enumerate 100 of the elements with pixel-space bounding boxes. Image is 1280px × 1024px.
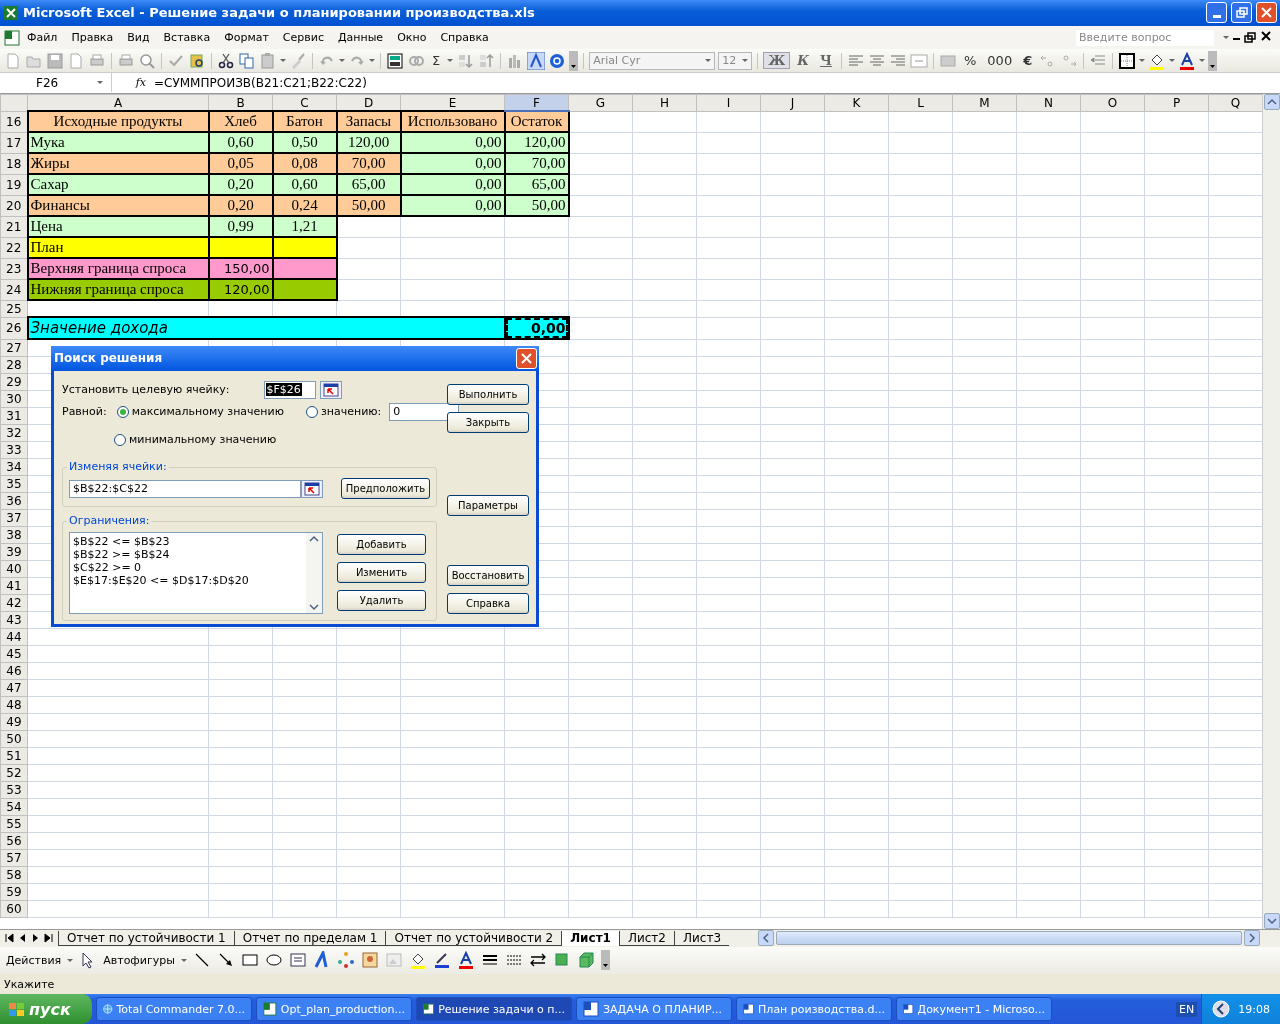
font-color-icon[interactable] (1178, 51, 1197, 70)
row-header[interactable]: 17 (0, 132, 28, 154)
collapse-dialog-button[interactable] (319, 380, 342, 399)
sheet-tab[interactable]: Отчет по устойчивости 2 (385, 930, 562, 946)
close-button[interactable] (1256, 2, 1277, 24)
table-cell[interactable]: 0,00 (504, 317, 569, 340)
column-header[interactable]: H (632, 94, 697, 112)
dialog-button[interactable]: Закрыть (447, 411, 529, 433)
chevron-left-icon[interactable] (1212, 1000, 1231, 1018)
menu-item[interactable]: Формат (217, 29, 276, 46)
row-header[interactable]: 19 (0, 174, 28, 196)
column-header[interactable]: O (1080, 94, 1145, 112)
scroll-down-button[interactable] (1263, 912, 1280, 929)
toolbar-options-icon[interactable] (1208, 50, 1218, 71)
table-cell[interactable]: План (27, 237, 209, 259)
last-sheet-icon[interactable] (43, 932, 54, 945)
radio-circle[interactable] (116, 405, 129, 418)
scrollbar[interactable] (306, 532, 322, 613)
caret-icon[interactable] (97, 81, 103, 85)
column-header[interactable]: M (952, 94, 1017, 112)
sheet-tab[interactable]: Лист2 (618, 930, 674, 946)
horizontal-scrollbar[interactable] (758, 930, 1260, 947)
restore-button[interactable] (1231, 2, 1252, 24)
caret-icon[interactable] (369, 59, 375, 63)
row-header[interactable]: 26 (0, 317, 28, 340)
menu-item[interactable]: Справка (433, 29, 496, 46)
column-header[interactable]: J (760, 94, 825, 112)
taskbar-button[interactable]: Документ1 - Microso... (896, 997, 1052, 1021)
minimize-icon[interactable] (1233, 38, 1240, 41)
column-header[interactable]: K (824, 94, 889, 112)
table-cell[interactable]: Значение дохода (27, 317, 505, 340)
scissors-icon[interactable] (217, 51, 235, 70)
bold-button[interactable]: Ж (763, 52, 791, 70)
borders-icon[interactable] (1118, 51, 1137, 70)
close-button[interactable] (516, 347, 537, 369)
help-icon[interactable] (548, 51, 567, 70)
font-color-icon[interactable] (456, 951, 475, 970)
caret-icon[interactable] (180, 958, 187, 962)
row-header[interactable]: 18 (0, 153, 28, 175)
constraints-list[interactable]: $B$22 <= $B$23 $B$22 >= $B$24 $C$22 >= 0 $E$17:$E$20 <= $D$17:$D$20 (69, 531, 323, 614)
sum-button[interactable]: Σ (428, 53, 445, 69)
diagram-icon[interactable] (336, 951, 355, 970)
caret-icon[interactable] (1223, 36, 1229, 39)
radio-circle[interactable] (305, 405, 318, 418)
vertical-scrollbar[interactable] (1262, 93, 1280, 929)
actions-menu[interactable]: Действия (6, 953, 62, 967)
list-item[interactable]: $B$22 <= $B$23 (73, 534, 303, 548)
italic-button[interactable]: К (793, 53, 814, 69)
spreadsheet-icon[interactable] (4, 29, 20, 46)
table-cell[interactable]: Финансы (27, 195, 209, 217)
calculator-icon[interactable] (386, 51, 404, 70)
row-header[interactable]: 24 (0, 279, 28, 301)
collapse-dialog-button[interactable] (301, 479, 323, 498)
table-cell[interactable]: Батон (272, 111, 337, 133)
drawing-tools-icon[interactable] (527, 51, 546, 70)
guess-button[interactable]: Предположить (341, 478, 430, 500)
radio-button[interactable]: значению: (305, 405, 382, 419)
dialog-button[interactable]: Восстановить (447, 564, 529, 586)
close-icon[interactable] (1260, 30, 1272, 42)
caret-icon[interactable] (1139, 59, 1146, 63)
taskbar-button[interactable]: ЗАДАЧА О ПЛАНИР... (576, 997, 732, 1021)
menu-item[interactable]: Вид (120, 29, 157, 46)
table-cell[interactable]: Хлеб (208, 111, 273, 133)
table-cell[interactable]: Запасы (336, 111, 401, 133)
row-header[interactable]: 22 (0, 237, 28, 259)
sheet-tab[interactable]: Лист1 (561, 930, 619, 946)
dialog-button[interactable]: Изменить (337, 561, 426, 583)
sheet-tab[interactable]: Лист3 (674, 930, 730, 946)
menu-item[interactable]: Сервис (275, 29, 331, 46)
list-item[interactable]: $B$22 >= $B$24 (73, 547, 303, 561)
caret-icon[interactable] (1169, 59, 1176, 63)
table-cell[interactable]: Верхняя граница спроса (27, 258, 209, 280)
dialog-button[interactable]: Удалить (337, 589, 426, 611)
scroll-left-button[interactable] (758, 930, 774, 947)
scroll-right-button[interactable] (1244, 930, 1260, 947)
radio-button[interactable]: максимальному значению (116, 405, 284, 419)
row-header[interactable]: 16 (0, 111, 28, 133)
table-cell[interactable]: Сахар (27, 174, 209, 196)
column-header[interactable]: L (888, 94, 953, 112)
toolbar-options-icon[interactable] (600, 950, 610, 971)
restore-icon[interactable] (1244, 31, 1256, 44)
column-header[interactable]: I (696, 94, 761, 112)
row-header[interactable]: 23 (0, 258, 28, 280)
taskbar-button[interactable]: Решение задачи о п... (416, 997, 572, 1021)
cube-icon[interactable] (576, 951, 595, 970)
text-box-icon[interactable] (288, 951, 307, 970)
magnifier-icon[interactable] (138, 51, 156, 70)
help-search-field[interactable]: Введите вопрос (1075, 28, 1215, 47)
taskbar-button[interactable]: Opt_plan_production... (256, 997, 412, 1021)
list-item[interactable]: $C$22 >= 0 (73, 560, 303, 574)
taskbar-button[interactable]: Total Commander 7.0... (96, 997, 252, 1021)
scroll-thumb[interactable] (776, 931, 1242, 946)
thousands-button[interactable]: 000 (983, 53, 1017, 69)
percent-button[interactable]: % (960, 53, 981, 69)
radio-button[interactable]: минимальному значению (114, 433, 277, 447)
autoshapes-menu[interactable]: Автофигуры (103, 953, 175, 967)
caret-icon[interactable] (1199, 59, 1206, 63)
first-sheet-icon[interactable] (4, 932, 15, 945)
caret-icon[interactable] (67, 958, 74, 962)
changing-cells-field[interactable]: $B$22:$C$22 (69, 479, 301, 498)
